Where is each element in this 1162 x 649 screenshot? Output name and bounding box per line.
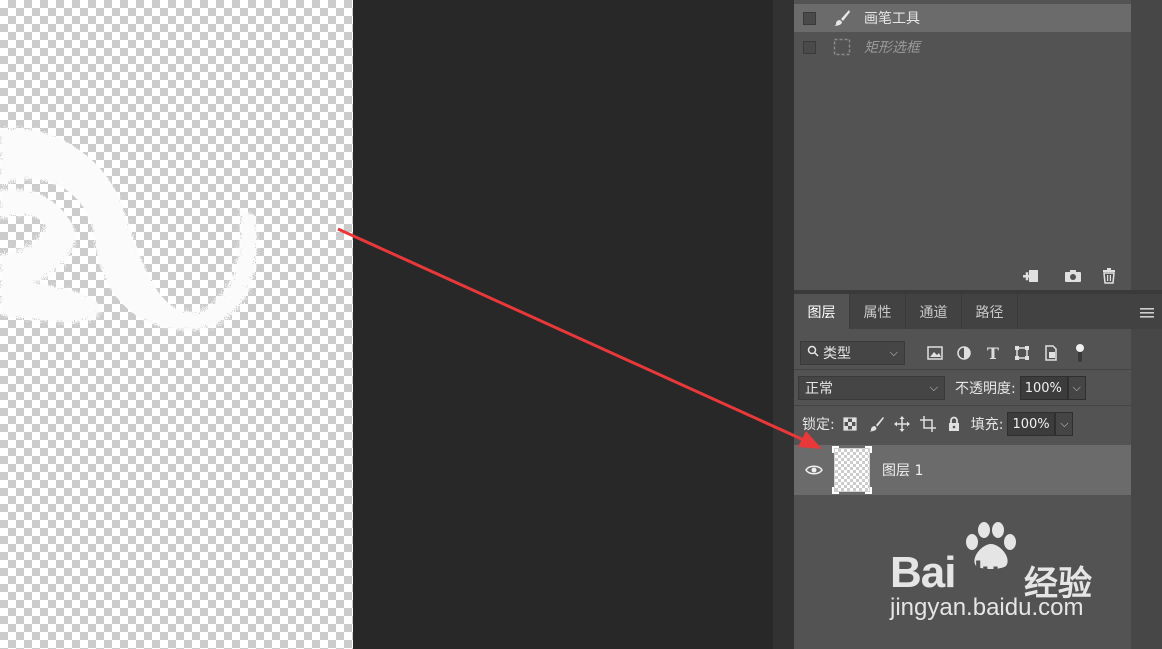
tab-paths[interactable]: 路径 bbox=[962, 294, 1018, 329]
layers-panel-tabs: 图层 属性 通道 路径 bbox=[794, 294, 1162, 329]
history-item-brush[interactable]: 画笔工具 bbox=[794, 4, 1131, 32]
marquee-icon bbox=[832, 37, 852, 57]
layer-filter-select[interactable]: 类型 ⌵ bbox=[800, 341, 905, 365]
layer-filter-row: 类型 ⌵ T bbox=[794, 340, 1131, 366]
layer-name[interactable]: 图层 1 bbox=[882, 460, 923, 480]
pasteboard bbox=[353, 0, 773, 649]
lock-image-pixels-icon[interactable] bbox=[865, 413, 887, 435]
opacity-label: 不透明度: bbox=[955, 381, 1016, 397]
filter-toggle-icon[interactable] bbox=[1069, 342, 1091, 364]
chevron-down-icon: ⌵ bbox=[929, 381, 938, 394]
type-layer-filter-icon[interactable]: T bbox=[982, 342, 1004, 364]
history-snapshot-checkbox[interactable] bbox=[803, 40, 816, 54]
filter-select-value: 类型 bbox=[823, 346, 851, 362]
layer-thumbnail[interactable] bbox=[832, 446, 872, 494]
panel-dock-gutter bbox=[773, 0, 794, 649]
lock-position-icon[interactable] bbox=[891, 413, 913, 435]
lock-artboard-icon[interactable] bbox=[917, 413, 939, 435]
trash-icon[interactable] bbox=[1099, 266, 1119, 286]
baidu-jingyan-watermark: Bai du 经验 jingyan.baidu.com bbox=[890, 520, 1100, 630]
tab-channels[interactable]: 通道 bbox=[906, 294, 962, 329]
brush-icon bbox=[832, 8, 852, 28]
opacity-input[interactable]: 100% bbox=[1019, 376, 1068, 400]
panel-menu-icon[interactable] bbox=[1140, 304, 1154, 323]
history-item-label: 画笔工具 bbox=[864, 11, 920, 27]
tab-layers[interactable]: 图层 bbox=[794, 294, 850, 329]
chevron-down-icon: ⌵ bbox=[889, 346, 898, 359]
brush-stroke bbox=[0, 128, 257, 331]
smart-object-filter-icon[interactable] bbox=[1040, 342, 1062, 364]
history-snapshot-checkbox[interactable] bbox=[803, 11, 816, 25]
blend-mode-select[interactable]: 正常 ⌵ bbox=[798, 376, 945, 400]
panel-divider bbox=[794, 405, 1131, 406]
watermark-brand-left: Bai bbox=[890, 548, 956, 597]
watermark-brand-right: du bbox=[964, 556, 1000, 589]
fill-label: 填充: bbox=[970, 417, 1004, 433]
panel-divider bbox=[794, 369, 1131, 370]
fill-input[interactable]: 100% bbox=[1007, 412, 1056, 436]
document-canvas[interactable] bbox=[0, 0, 353, 649]
history-item-label: 矩形选框 bbox=[864, 40, 920, 56]
adjustment-layer-filter-icon[interactable] bbox=[953, 342, 975, 364]
search-icon bbox=[807, 345, 819, 361]
history-item-marquee[interactable]: 矩形选框 bbox=[794, 33, 1131, 61]
lock-transparent-pixels-icon[interactable] bbox=[839, 413, 861, 435]
blend-opacity-row: 正常 ⌵ 不透明度: 100% ⌵ bbox=[794, 375, 1131, 401]
fill-dropdown-button[interactable]: ⌵ bbox=[1055, 412, 1074, 436]
new-document-from-state-icon[interactable] bbox=[1021, 266, 1041, 286]
history-panel: 画笔工具 矩形选框 bbox=[794, 0, 1131, 292]
shape-layer-filter-icon[interactable] bbox=[1011, 342, 1033, 364]
layer-row[interactable]: 图层 1 bbox=[794, 445, 1131, 495]
blend-mode-value: 正常 bbox=[805, 381, 833, 397]
lock-label: 锁定: bbox=[802, 417, 835, 433]
lock-fill-row: 锁定: 填充: 100% ⌵ bbox=[794, 411, 1131, 437]
history-toolbar bbox=[794, 262, 1131, 290]
eye-icon[interactable] bbox=[804, 460, 824, 480]
photoshop-window: 画笔工具 矩形选框 图层 属性 通道 路径 类型 ⌵ T 正常 ⌵ 不透明度: … bbox=[0, 0, 1162, 649]
lock-all-icon[interactable] bbox=[943, 413, 965, 435]
opacity-dropdown-button[interactable]: ⌵ bbox=[1067, 376, 1086, 400]
watermark-url: jingyan.baidu.com bbox=[890, 594, 1084, 621]
camera-icon[interactable] bbox=[1063, 266, 1083, 286]
tab-properties[interactable]: 属性 bbox=[850, 294, 906, 329]
pixel-layer-filter-icon[interactable] bbox=[924, 342, 946, 364]
